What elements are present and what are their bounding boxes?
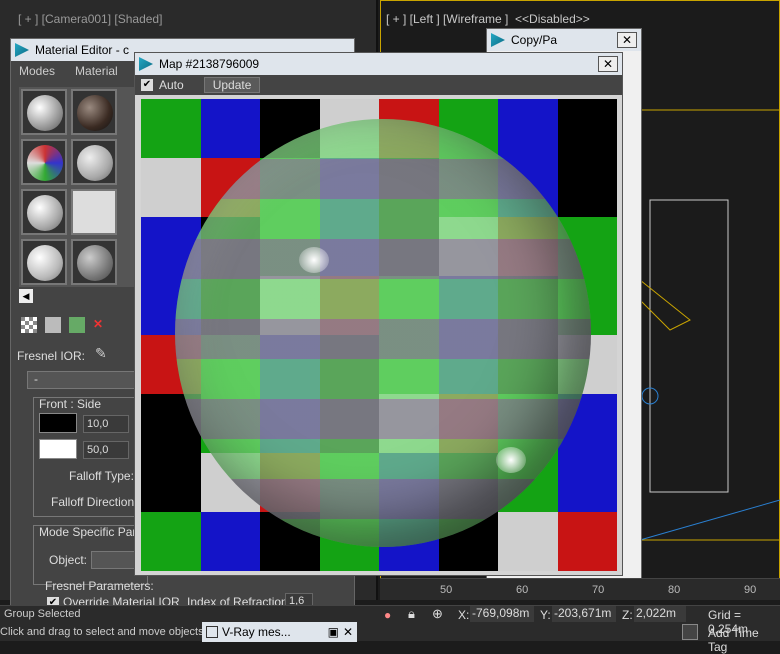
falloff-type-label: Falloff Type: bbox=[69, 469, 134, 483]
add-time-tag-button[interactable]: Add Time Tag bbox=[708, 626, 780, 654]
material-slot-5[interactable] bbox=[21, 189, 67, 235]
falloff-direction-label: Falloff Direction: bbox=[51, 495, 138, 509]
wire-inner-rect bbox=[649, 199, 729, 493]
camera-viewport-label[interactable]: [ + ] [Camera001] [Shaded] bbox=[18, 12, 162, 26]
material-toolbar: ✕ bbox=[21, 317, 141, 337]
vray-taskbar-button[interactable]: V-Ray mes... ▣ ✕ bbox=[202, 622, 357, 642]
material-slots bbox=[19, 87, 139, 287]
side-color-swatch[interactable] bbox=[39, 439, 77, 459]
checker-icon[interactable] bbox=[21, 317, 37, 333]
copy-window-titlebar[interactable]: Copy/Pa ✕ bbox=[487, 29, 641, 51]
ruler-tick-label: 90 bbox=[744, 584, 757, 596]
auto-label: Auto bbox=[159, 78, 184, 92]
checker-cell bbox=[557, 512, 617, 571]
map-window-titlebar[interactable]: Map #2138796009 ✕ bbox=[135, 53, 622, 75]
status-bar: Group Selected Click and drag to select … bbox=[0, 605, 780, 654]
app-logo-icon bbox=[15, 43, 29, 57]
checker-cell bbox=[557, 453, 617, 513]
restore-icon[interactable]: ▣ bbox=[328, 625, 339, 639]
map-window[interactable]: Map #2138796009 ✕ ✔ Auto Update bbox=[134, 52, 623, 576]
close-icon[interactable]: ✕ bbox=[343, 625, 353, 639]
left-viewport-label[interactable]: [ + ] [Left ] [Wireframe ] <<Disabled>> bbox=[386, 12, 590, 26]
prompt-line: Click and drag to select and move object… bbox=[0, 626, 204, 638]
map-window-title: Map #2138796009 bbox=[159, 57, 260, 71]
y-coordinate-field[interactable]: -203,671m bbox=[552, 606, 616, 622]
front-value-spinner[interactable]: 10,0 bbox=[83, 415, 129, 433]
vray-task-label: V-Ray mes... bbox=[222, 625, 291, 639]
eyedropper-icon[interactable]: ✎ bbox=[95, 345, 107, 362]
object-label: Object: bbox=[49, 553, 88, 567]
material-slot-2[interactable] bbox=[71, 89, 117, 135]
assign-icon[interactable] bbox=[45, 317, 61, 333]
menu-material[interactable]: Material bbox=[75, 64, 118, 78]
key-icon[interactable]: ● bbox=[384, 608, 391, 622]
time-tag-icon[interactable] bbox=[682, 624, 698, 640]
checker-cell bbox=[498, 512, 559, 571]
z-label: Z: bbox=[622, 608, 633, 622]
close-icon[interactable]: ✕ bbox=[617, 32, 637, 48]
menu-modes[interactable]: Modes bbox=[19, 64, 55, 78]
app-logo-icon bbox=[139, 57, 153, 71]
front-color-swatch[interactable] bbox=[39, 413, 77, 433]
ruler-tick-label: 70 bbox=[592, 584, 605, 596]
ruler-tick-label: 50 bbox=[440, 584, 453, 596]
checker-cell bbox=[141, 512, 202, 571]
mode-specific-label: Mode Specific Para bbox=[39, 525, 144, 539]
specular-highlight bbox=[496, 447, 526, 473]
close-icon[interactable]: ✕ bbox=[598, 56, 618, 72]
material-slot-3[interactable] bbox=[21, 139, 67, 185]
z-coordinate-field[interactable]: 2,022m bbox=[634, 606, 686, 622]
rollout-header[interactable]: - bbox=[27, 371, 147, 389]
material-slot-6[interactable] bbox=[71, 189, 117, 235]
scroll-left-icon[interactable]: ◀ bbox=[19, 289, 33, 303]
fresnel-ior-label: Fresnel IOR: bbox=[17, 349, 86, 363]
delete-icon[interactable]: ✕ bbox=[93, 317, 109, 333]
checker-cell bbox=[557, 158, 617, 218]
specular-highlight bbox=[299, 247, 329, 273]
lock-icon[interactable]: 🔒︎ bbox=[408, 606, 415, 622]
material-slot-1[interactable] bbox=[21, 89, 67, 135]
checker-cell bbox=[200, 512, 261, 571]
material-slot-8[interactable] bbox=[71, 239, 117, 285]
side-value-spinner[interactable]: 50,0 bbox=[83, 441, 129, 459]
checker-cell bbox=[498, 99, 559, 159]
checker-cell bbox=[141, 99, 202, 159]
checker-cell bbox=[141, 453, 202, 513]
material-slot-7[interactable] bbox=[21, 239, 67, 285]
checker-cell bbox=[557, 99, 617, 159]
material-editor-title: Material Editor - c bbox=[35, 43, 130, 57]
copy-window-title: Copy/Pa bbox=[511, 33, 558, 47]
wire-shape bbox=[639, 279, 691, 331]
wire-frame-rect bbox=[620, 109, 780, 541]
x-label: X: bbox=[458, 608, 470, 622]
ruler-tick-label: 60 bbox=[516, 584, 529, 596]
front-side-label: Front : Side bbox=[39, 397, 102, 411]
wireframe-scene bbox=[620, 109, 780, 541]
selection-status: Group Selected bbox=[4, 608, 81, 620]
material-slot-4[interactable] bbox=[71, 139, 117, 185]
transform-mode-icon[interactable]: ⊕ bbox=[432, 606, 443, 622]
app-logo-icon bbox=[491, 33, 505, 47]
map-toolbar: ✔ Auto Update bbox=[135, 75, 622, 95]
wire-line bbox=[639, 499, 780, 541]
preview-sphere bbox=[175, 119, 591, 547]
checker-cell bbox=[141, 158, 202, 218]
ruler-tick-label: 80 bbox=[668, 584, 681, 596]
map-preview-canvas[interactable] bbox=[141, 99, 617, 571]
window-icon bbox=[206, 626, 218, 638]
y-label: Y: bbox=[540, 608, 551, 622]
auto-checkbox[interactable]: ✔ bbox=[141, 79, 153, 91]
reset-icon[interactable] bbox=[69, 317, 85, 333]
checker-cell bbox=[200, 99, 261, 159]
update-button[interactable]: Update bbox=[203, 77, 261, 93]
fresnel-params-label: Fresnel Parameters: bbox=[45, 579, 154, 593]
x-coordinate-field[interactable]: -769,098m bbox=[470, 606, 534, 622]
